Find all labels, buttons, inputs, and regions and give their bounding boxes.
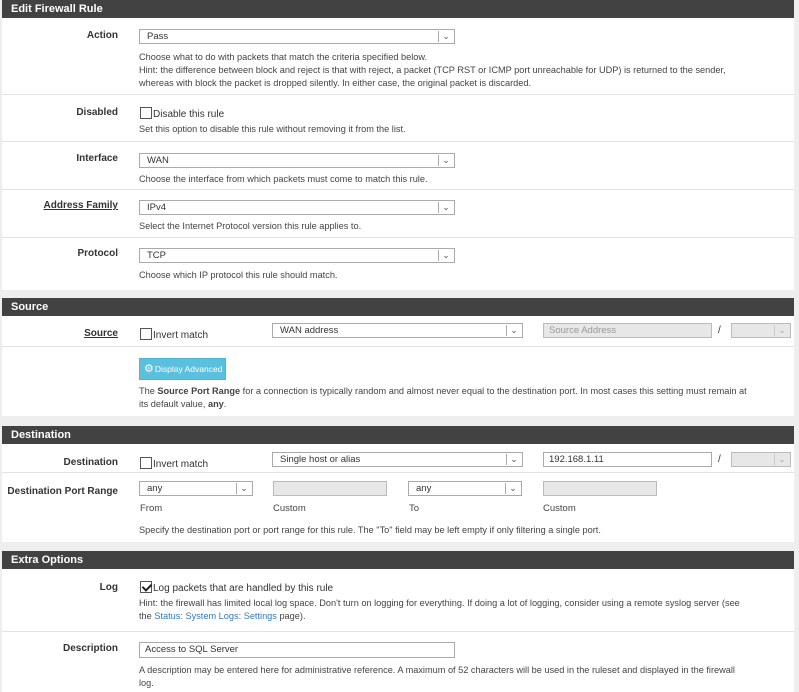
destination-type-select[interactable]: Single host or alias ⌄ — [272, 452, 523, 467]
action-row: Action Pass ⌄ Choose what to do with pac… — [2, 18, 794, 95]
caret-down-icon: ⌄ — [774, 454, 789, 465]
action-label: Action — [86, 30, 118, 41]
log-checkbox-label: Log packets that are handled by this rul… — [153, 583, 334, 594]
destination-slash: / — [718, 454, 721, 465]
source-type-select[interactable]: WAN address ⌄ — [272, 323, 523, 338]
caret-down-icon: ⌄ — [774, 325, 789, 336]
address-family-label[interactable]: Address Family — [44, 200, 118, 211]
from-port-select[interactable]: any ⌄ — [139, 481, 253, 496]
log-label: Log — [99, 582, 118, 593]
disable-rule-checkbox[interactable] — [140, 107, 152, 119]
from-label: From — [140, 503, 163, 514]
interface-select[interactable]: WAN ⌄ — [139, 153, 455, 168]
from-port-custom-input[interactable] — [273, 481, 387, 496]
description-help: A description may be entered here for ad… — [139, 665, 735, 688]
source-panel: Source Source Invert match WAN address ⌄… — [2, 298, 794, 416]
to-label: To — [409, 503, 420, 514]
disabled-row: Disabled Disable this rule Set this opti… — [2, 95, 794, 142]
destination-panel: Destination Destination Invert match Sin… — [2, 426, 794, 542]
destination-help: Specify the destination port or port ran… — [139, 525, 601, 535]
extra-options-panel: Extra Options Log Log packets that are h… — [2, 551, 794, 692]
source-mask-select[interactable]: ⌄ — [731, 323, 791, 338]
source-row: Source Invert match WAN address ⌄ Source… — [2, 316, 794, 347]
protocol-select-value: TCP — [147, 250, 166, 261]
source-help: The Source Port Range for a connection i… — [139, 386, 747, 409]
destination-label: Destination — [63, 457, 118, 468]
action-help: Choose what to do with packets that matc… — [139, 52, 726, 88]
address-family-help: Select the Internet Protocol version thi… — [139, 221, 362, 231]
disabled-help: Set this option to disable this rule wit… — [139, 124, 406, 134]
extra-options-heading: Extra Options — [2, 551, 794, 569]
description-input[interactable]: Access to SQL Server — [139, 642, 455, 658]
gear-icon: ⚙ — [144, 363, 154, 375]
source-invert-label: Invert match — [153, 330, 209, 341]
destination-row: Destination Invert match Single host or … — [2, 444, 794, 473]
interface-select-value: WAN — [147, 155, 169, 166]
source-type-value: WAN address — [280, 325, 339, 336]
source-label[interactable]: Source — [84, 328, 118, 339]
display-advanced-button[interactable]: ⚙Display Advanced — [139, 358, 226, 380]
log-row: Log Log packets that are handled by this… — [2, 569, 794, 632]
description-label: Description — [62, 643, 118, 654]
interface-help: Choose the interface from which packets … — [139, 174, 428, 184]
action-select-value: Pass — [147, 31, 169, 42]
source-address-input[interactable]: Source Address — [543, 323, 712, 338]
log-help: Hint: the firewall has limited local log… — [139, 598, 740, 621]
protocol-help: Choose which IP protocol this rule shoul… — [139, 270, 338, 280]
caret-down-icon: ⌄ — [236, 483, 251, 494]
destination-port-range-label: Destination Port Range — [7, 486, 118, 497]
system-logs-settings-link[interactable]: Status: System Logs: Settings — [154, 611, 277, 621]
address-family-row: Address Family IPv4 ⌄ Select the Interne… — [2, 190, 794, 238]
destination-heading: Destination — [2, 426, 794, 444]
source-slash: / — [718, 325, 721, 336]
to-port-select[interactable]: any ⌄ — [408, 481, 522, 496]
custom-label-to: Custom — [543, 503, 576, 514]
protocol-label: Protocol — [77, 248, 118, 259]
caret-down-icon: ⌄ — [438, 202, 453, 213]
disable-rule-checkbox-wrap[interactable]: Disable this rule — [140, 107, 224, 120]
address-family-select-value: IPv4 — [147, 202, 167, 213]
caret-down-icon: ⌄ — [438, 31, 453, 42]
destination-invert-wrap[interactable]: Invert match — [140, 457, 208, 470]
destination-mask-select[interactable]: ⌄ — [731, 452, 791, 467]
edit-rule-heading: Edit Firewall Rule — [2, 0, 794, 18]
to-port-custom-input[interactable] — [543, 481, 657, 496]
protocol-row: Protocol TCP ⌄ Choose which IP protocol … — [2, 238, 794, 288]
disabled-label: Disabled — [76, 107, 118, 118]
destination-invert-checkbox[interactable] — [140, 457, 152, 469]
caret-down-icon: ⌄ — [438, 250, 453, 261]
source-advanced-row: ⚙Display Advanced The Source Port Range … — [2, 347, 794, 416]
interface-label: Interface — [76, 153, 118, 164]
caret-down-icon: ⌄ — [506, 454, 521, 465]
source-heading: Source — [2, 298, 794, 316]
destination-type-value: Single host or alias — [280, 454, 361, 465]
destination-port-row: Destination Port Range any ⌄ any ⌄ From … — [2, 473, 794, 542]
interface-row: Interface WAN ⌄ Choose the interface fro… — [2, 142, 794, 190]
action-select[interactable]: Pass ⌄ — [139, 29, 455, 44]
protocol-select[interactable]: TCP ⌄ — [139, 248, 455, 263]
disable-rule-label: Disable this rule — [153, 109, 225, 120]
source-invert-wrap[interactable]: Invert match — [140, 328, 208, 341]
address-family-select[interactable]: IPv4 ⌄ — [139, 200, 455, 215]
source-invert-checkbox[interactable] — [140, 328, 152, 340]
caret-down-icon: ⌄ — [506, 325, 521, 336]
caret-down-icon: ⌄ — [438, 155, 453, 166]
log-checkbox-wrap[interactable]: Log packets that are handled by this rul… — [140, 581, 333, 594]
log-checkbox[interactable] — [140, 581, 152, 593]
description-row: Description Access to SQL Server A descr… — [2, 632, 794, 692]
destination-invert-label: Invert match — [153, 459, 209, 470]
caret-down-icon: ⌄ — [505, 483, 520, 494]
edit-rule-panel: Edit Firewall Rule Action Pass ⌄ Choose … — [2, 0, 794, 290]
destination-address-input[interactable]: 192.168.1.11 — [543, 452, 712, 467]
custom-label-from: Custom — [273, 503, 306, 514]
